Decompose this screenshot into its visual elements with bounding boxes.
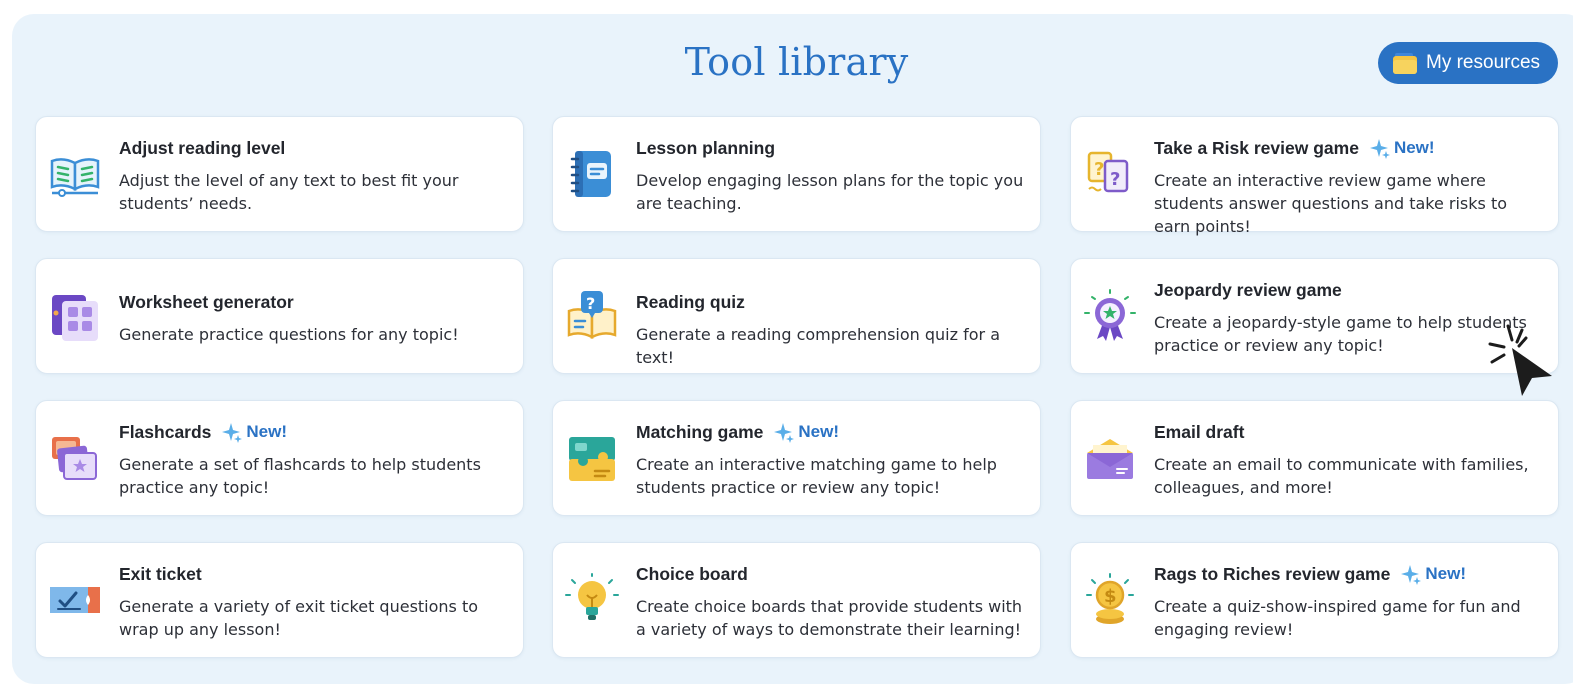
svg-text:?: ? bbox=[586, 294, 595, 313]
tool-description: Create an email to communicate with fami… bbox=[1154, 455, 1529, 497]
new-badge: New! bbox=[1369, 137, 1435, 159]
coin-icon: $ bbox=[1083, 573, 1137, 627]
tool-description: Develop engaging lesson plans for the to… bbox=[636, 171, 1024, 213]
award-badge-icon bbox=[1083, 289, 1137, 343]
tool-description: Create an interactive review game where … bbox=[1154, 171, 1508, 236]
my-resources-label: My resources bbox=[1426, 52, 1541, 73]
tool-name: Worksheet generator bbox=[119, 291, 294, 312]
tool-name: Reading quiz bbox=[636, 291, 745, 312]
envelope-icon bbox=[1083, 431, 1137, 485]
new-badge: New! bbox=[221, 421, 287, 443]
tool-card-rags-to-riches[interactable]: $ Rags to Riches review game New! Create… bbox=[1070, 542, 1559, 658]
tool-name: Lesson planning bbox=[636, 137, 776, 158]
book-question-icon: ? bbox=[565, 289, 619, 343]
tool-description: Create choice boards that provide studen… bbox=[636, 597, 1023, 639]
tool-name-row: Flashcards New! bbox=[119, 421, 509, 443]
tool-description: Generate a variety of exit ticket questi… bbox=[119, 597, 479, 639]
tool-description: Create an interactive matching game to h… bbox=[636, 455, 997, 497]
tool-card-flashcards[interactable]: Flashcards New! Generate a set of flashc… bbox=[35, 400, 524, 516]
tool-description: Adjust the level of any text to best fit… bbox=[119, 171, 459, 213]
my-resources-button[interactable]: My resources bbox=[1378, 42, 1558, 84]
new-badge-label: New! bbox=[798, 422, 840, 441]
tool-name: Matching game bbox=[636, 421, 764, 442]
puzzle-board-icon bbox=[565, 431, 619, 485]
tool-card-reading-quiz[interactable]: ? Reading quiz Generate a reading compre… bbox=[552, 258, 1041, 374]
tool-description: Create a quiz-show-inspired game for fun… bbox=[1154, 597, 1521, 639]
sparkle-icon bbox=[774, 423, 795, 443]
new-badge-label: New! bbox=[246, 422, 288, 441]
svg-text:$: $ bbox=[1104, 586, 1117, 607]
new-badge: New! bbox=[773, 421, 839, 443]
tool-card-choice-board[interactable]: Choice board Create choice boards that p… bbox=[552, 542, 1041, 658]
tool-name-row: Matching game New! bbox=[636, 421, 1026, 443]
sparkle-icon bbox=[1401, 565, 1422, 585]
tool-name: Rags to Riches review game bbox=[1154, 563, 1391, 584]
question-cards-icon: ? ? bbox=[1083, 147, 1137, 201]
tool-description: Generate a set of flashcards to help stu… bbox=[119, 455, 481, 497]
notebook-icon bbox=[565, 147, 619, 201]
open-book-icon bbox=[48, 147, 102, 201]
ticket-icon bbox=[48, 573, 102, 627]
tool-description: Generate practice questions for any topi… bbox=[119, 325, 459, 344]
sparkle-icon bbox=[222, 423, 243, 443]
tool-name: Flashcards bbox=[119, 421, 212, 442]
tool-card-worksheet-generator[interactable]: Worksheet generator Generate practice qu… bbox=[35, 258, 524, 374]
tool-name: Exit ticket bbox=[119, 563, 202, 584]
new-badge-label: New! bbox=[1393, 138, 1435, 157]
svg-text:?: ? bbox=[1094, 159, 1104, 180]
new-badge-label: New! bbox=[1425, 564, 1466, 583]
click-cursor-icon bbox=[1488, 324, 1552, 396]
tool-card-email-draft[interactable]: Email draft Create an email to communica… bbox=[1070, 400, 1559, 516]
tool-name-row: Take a Risk review game New! bbox=[1154, 137, 1544, 159]
tool-name: Take a Risk review game bbox=[1154, 137, 1359, 158]
tool-name: Email draft bbox=[1154, 421, 1245, 442]
worksheet-icon bbox=[48, 289, 102, 343]
tool-name: Choice board bbox=[636, 563, 748, 584]
svg-text:?: ? bbox=[1110, 169, 1120, 190]
flashcards-icon bbox=[48, 431, 102, 485]
tool-card-lesson-planning[interactable]: Lesson planning Develop engaging lesson … bbox=[552, 116, 1041, 232]
tool-card-exit-ticket[interactable]: Exit ticket Generate a variety of exit t… bbox=[35, 542, 524, 658]
page-title: Tool library bbox=[684, 40, 909, 84]
tool-description: Generate a reading comprehension quiz fo… bbox=[636, 325, 1000, 367]
folder-icon bbox=[1392, 51, 1418, 75]
tool-card-adjust-reading-level[interactable]: Adjust reading level Adjust the level of… bbox=[35, 116, 524, 232]
new-badge: New! bbox=[1400, 563, 1466, 585]
tool-card-take-a-risk[interactable]: ? ? Take a Risk review game New! Create … bbox=[1070, 116, 1559, 236]
lightbulb-icon bbox=[565, 573, 619, 627]
tool-card-matching-game[interactable]: Matching game New! Create an interactive… bbox=[552, 400, 1041, 516]
tool-name: Adjust reading level bbox=[119, 137, 286, 158]
sparkle-icon bbox=[1369, 139, 1390, 159]
tool-name-row: Rags to Riches review game New! bbox=[1154, 563, 1544, 585]
tool-name: Jeopardy review game bbox=[1154, 279, 1342, 300]
